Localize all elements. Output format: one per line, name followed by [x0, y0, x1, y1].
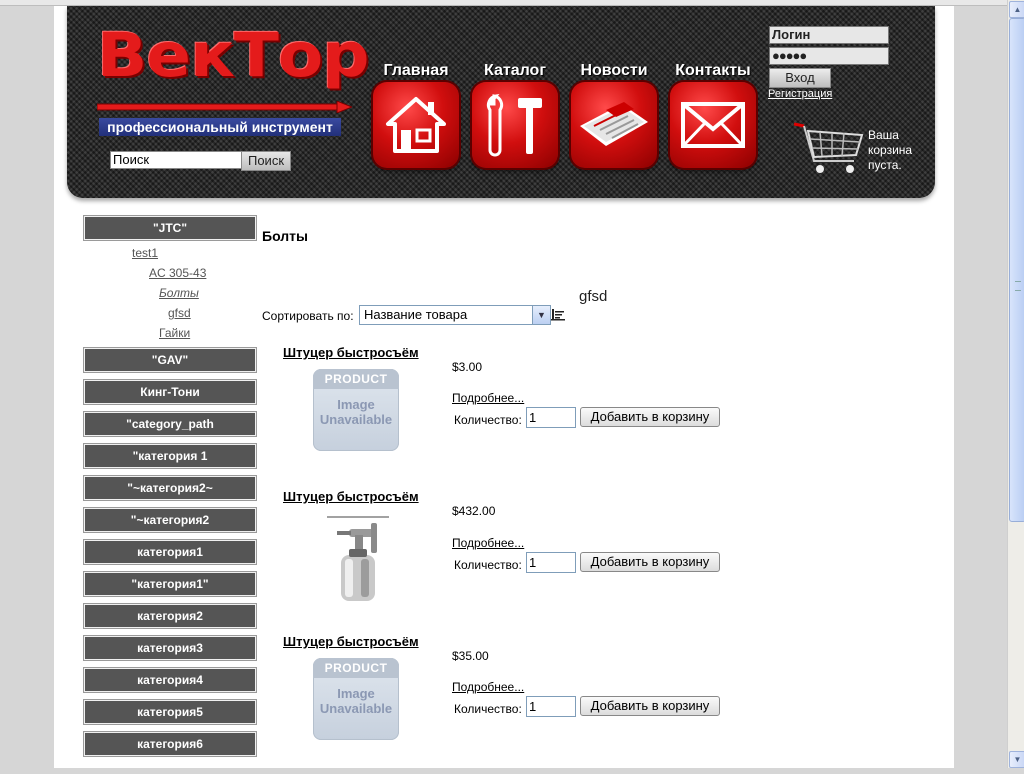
- nav-contacts[interactable]: Контакты: [669, 60, 757, 168]
- site-logo[interactable]: ВекТор: [97, 20, 369, 92]
- nav-news-tile[interactable]: [571, 82, 657, 168]
- category-button[interactable]: категория5: [83, 699, 257, 725]
- scrollbar-thumb[interactable]: [1009, 18, 1024, 522]
- product-image[interactable]: PRODUCT Image Unavailable: [313, 369, 401, 453]
- quantity-input[interactable]: 1: [526, 552, 576, 573]
- vertical-scrollbar[interactable]: ▲ ▼: [1007, 0, 1024, 768]
- placeholder-top-text: PRODUCT: [313, 369, 399, 389]
- product-details-link[interactable]: Подробнее...: [452, 536, 524, 550]
- product-title-link[interactable]: Штуцер быстросъём: [283, 634, 419, 649]
- category-button[interactable]: категория6: [83, 731, 257, 757]
- placeholder-line2: Unavailable: [319, 412, 393, 427]
- nav-catalog[interactable]: Каталог: [471, 60, 559, 168]
- product-image[interactable]: PRODUCT Image Unavailable: [313, 658, 401, 742]
- image-unavailable-placeholder: PRODUCT Image Unavailable: [313, 369, 399, 451]
- nav-home[interactable]: Главная: [372, 60, 460, 168]
- sort-select[interactable]: Название товара ▼: [359, 305, 551, 325]
- subcategory-link[interactable]: test1: [132, 246, 158, 260]
- cart-icon[interactable]: [792, 121, 866, 177]
- product-item: Штуцер быстросъём PRODUCT Image Unavaila…: [283, 345, 743, 485]
- nav-news[interactable]: Новости: [570, 60, 658, 168]
- username-input[interactable]: Логин: [769, 26, 889, 44]
- category-button[interactable]: "category_path: [83, 411, 257, 437]
- quantity-input[interactable]: 1: [526, 407, 576, 428]
- envelope-icon: [681, 102, 745, 148]
- image-unavailable-placeholder: PRODUCT Image Unavailable: [313, 658, 399, 740]
- add-to-cart-button[interactable]: Добавить в корзину: [580, 407, 720, 427]
- subcategory-link[interactable]: gfsd: [168, 306, 191, 320]
- search-input[interactable]: Поиск: [110, 151, 244, 169]
- category-button[interactable]: "~категория2~: [83, 475, 257, 501]
- chevron-down-icon[interactable]: ▼: [532, 306, 550, 324]
- product-details-link[interactable]: Подробнее...: [452, 680, 524, 694]
- page-title: Болты: [262, 228, 308, 244]
- password-input[interactable]: ●●●●●: [769, 47, 889, 65]
- subcategory-link[interactable]: AC 305-43: [149, 266, 206, 280]
- nav-news-label: Новости: [580, 62, 648, 79]
- product-title-link[interactable]: Штуцер быстросъём: [283, 489, 419, 504]
- logo-arrow-icon: [97, 101, 352, 113]
- subcategory-heading[interactable]: gfsd: [579, 288, 607, 305]
- category-button[interactable]: "~категория2: [83, 507, 257, 533]
- house-icon: [386, 97, 446, 153]
- nav-home-tile[interactable]: [373, 82, 459, 168]
- category-button[interactable]: "JTC": [83, 215, 257, 241]
- nav-catalog-tile[interactable]: [472, 82, 558, 168]
- subcategory-link-active[interactable]: Болты: [159, 286, 199, 300]
- quantity-input[interactable]: 1: [526, 696, 576, 717]
- add-to-cart-button[interactable]: Добавить в корзину: [580, 696, 720, 716]
- quantity-label: Количество:: [454, 558, 522, 572]
- sort-label: Сортировать по:: [262, 309, 354, 323]
- tools-icon: [486, 93, 542, 157]
- scroll-down-arrow-icon[interactable]: ▼: [1009, 751, 1024, 768]
- nav-catalog-label: Каталог: [484, 62, 546, 79]
- scroll-up-arrow-icon[interactable]: ▲: [1009, 1, 1024, 18]
- product-item: Штуцер быстросъём PRODUCT Image Unavaila…: [283, 634, 743, 774]
- category-button[interactable]: "категория 1: [83, 443, 257, 469]
- spray-gun-image: [327, 516, 389, 601]
- product-price: $3.00: [452, 360, 483, 374]
- category-button[interactable]: категория4: [83, 667, 257, 693]
- category-button[interactable]: "категория1": [83, 571, 257, 597]
- placeholder-line1: Image: [337, 686, 375, 701]
- category-button[interactable]: категория2: [83, 603, 257, 629]
- category-button[interactable]: Кинг-Тони: [83, 379, 257, 405]
- placeholder-line2: Unavailable: [319, 701, 393, 716]
- product-price: $35.00: [452, 649, 489, 663]
- login-button[interactable]: Вход: [769, 68, 831, 88]
- quantity-label: Количество:: [454, 413, 522, 427]
- placeholder-top-text: PRODUCT: [313, 658, 399, 678]
- nav-contacts-tile[interactable]: [670, 82, 756, 168]
- placeholder-line1: Image: [337, 397, 375, 412]
- product-item: Штуцер быстросъём $432.00 Подробнее... К…: [283, 489, 743, 629]
- add-to-cart-button[interactable]: Добавить в корзину: [580, 552, 720, 572]
- nav-contacts-label: Контакты: [675, 62, 751, 79]
- product-details-link[interactable]: Подробнее...: [452, 391, 524, 405]
- sort-select-value: Название товара: [364, 307, 468, 322]
- newspaper-icon: [580, 102, 648, 146]
- search-button[interactable]: Поиск: [241, 151, 291, 171]
- subcategory-link[interactable]: Гайки: [159, 326, 190, 340]
- category-button[interactable]: категория3: [83, 635, 257, 661]
- register-link[interactable]: Регистрация: [768, 88, 832, 100]
- product-title-link[interactable]: Штуцер быстросъём: [283, 345, 419, 360]
- sort-order-icon[interactable]: [551, 307, 565, 321]
- category-button[interactable]: категория1: [83, 539, 257, 565]
- nav-home-label: Главная: [383, 62, 449, 79]
- category-button[interactable]: "GAV": [83, 347, 257, 373]
- page: ВекТор профессиональный инструмент Поиск…: [54, 6, 954, 768]
- logo-subtitle: профессиональный инструмент: [99, 118, 341, 136]
- cart-status: Ваша корзина пуста.: [868, 128, 913, 172]
- grip-icon: [1015, 281, 1021, 291]
- product-image[interactable]: [327, 515, 389, 611]
- quantity-label: Количество:: [454, 702, 522, 716]
- site-header: ВекТор профессиональный инструмент Поиск…: [67, 6, 935, 198]
- product-price: $432.00: [452, 504, 496, 518]
